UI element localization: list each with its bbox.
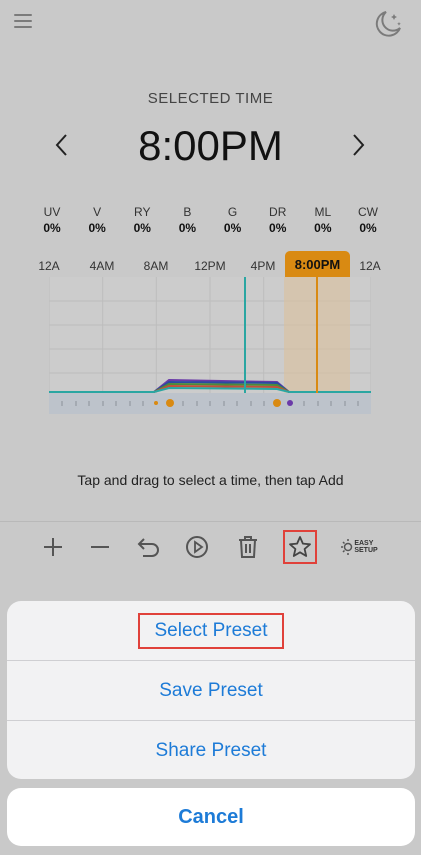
play-icon[interactable] (180, 530, 214, 564)
timeline-label: 4PM (250, 259, 276, 273)
save-preset-button[interactable]: Save Preset (7, 661, 415, 720)
instruction-text: Tap and drag to select a time, then tap … (77, 472, 344, 488)
undo-icon[interactable] (131, 530, 165, 564)
moon-stars-icon[interactable] (372, 8, 404, 40)
channel-v: V 0% (88, 205, 106, 235)
channel-values: UV 0% V 0% RY 0% B 0% G 0% DR 0% ML 0% CW 0% (30, 205, 390, 235)
easy-setup-label: SETUP (354, 547, 378, 554)
chevron-right-icon[interactable] (347, 132, 369, 158)
channel-dr: DR 0% (269, 205, 287, 235)
channel-ry: RY 0% (133, 205, 151, 235)
hamburger-menu-icon[interactable] (14, 14, 32, 28)
timeline-label: 4AM (89, 259, 115, 273)
easy-setup-icon[interactable]: EASY SETUP (336, 530, 382, 564)
easy-setup-label: EASY (354, 540, 374, 547)
channel-uv: UV 0% (43, 205, 61, 235)
preset-action-sheet: Select Preset Save Preset Share Preset (7, 601, 415, 779)
schedule-graph[interactable] (48, 277, 372, 414)
plus-icon[interactable] (36, 530, 70, 564)
timeline-label: 12PM (194, 259, 226, 273)
channel-g: G 0% (223, 205, 242, 235)
timeline-label: 12A (359, 259, 381, 273)
channel-cw: CW 0% (357, 205, 378, 235)
timeline-label: 12A (38, 259, 60, 273)
channel-ml: ML 0% (314, 205, 332, 235)
minus-icon[interactable] (83, 530, 117, 564)
highlight-box (138, 613, 284, 649)
cancel-button[interactable]: Cancel (7, 788, 415, 846)
star-icon[interactable] (283, 530, 317, 564)
timeline-label: 8AM (143, 259, 169, 273)
timeline-labels: 12A 4AM 8AM 12PM 4PM 8:00PM 12A (30, 251, 392, 279)
selected-time-label: SELECTED TIME (147, 90, 274, 107)
channel-b: B 0% (178, 205, 197, 235)
trash-icon[interactable] (231, 530, 265, 564)
share-preset-button[interactable]: Share Preset (7, 721, 415, 779)
toolbar-divider (0, 521, 421, 522)
selected-time-tab[interactable]: 8:00PM (285, 251, 350, 279)
